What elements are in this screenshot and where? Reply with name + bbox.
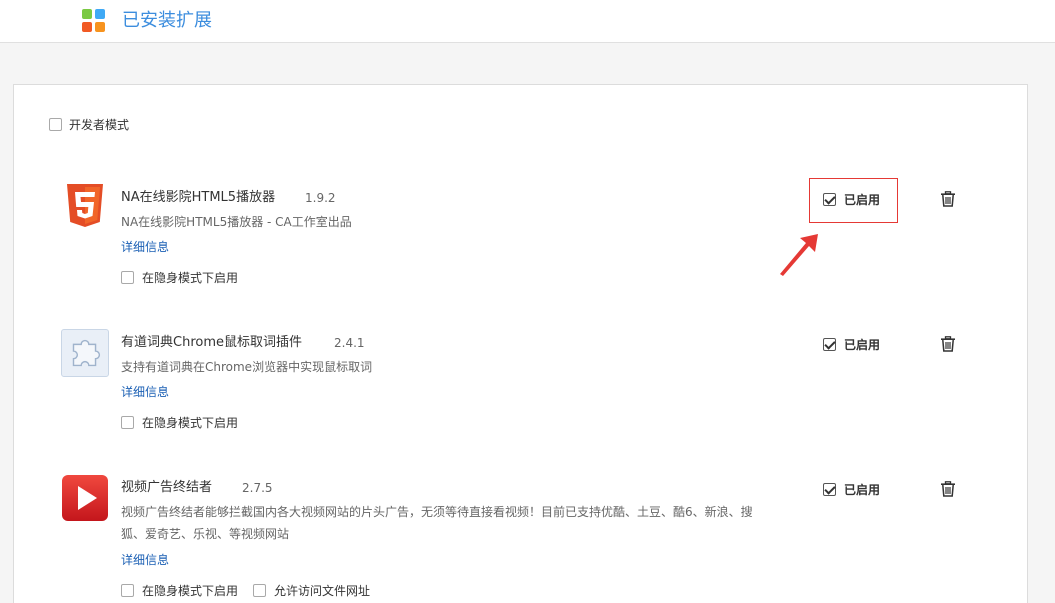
extension-description: 支持有道词典在Chrome浏览器中实现鼠标取词: [121, 360, 373, 374]
extension-description: NA在线影院HTML5播放器 - CA工作室出品: [121, 215, 352, 229]
incognito-label: 在隐身模式下启用: [142, 416, 239, 430]
play-button-icon: [62, 475, 108, 521]
top-bar: 已安装扩展: [0, 0, 1055, 43]
enabled-checkbox[interactable]: [823, 338, 836, 351]
file-access-label: 允许访问文件网址: [274, 584, 371, 598]
extension-name: 视频广告终结者: [121, 480, 213, 495]
incognito-label: 在隐身模式下启用: [142, 584, 239, 598]
extension-name: NA在线影院HTML5播放器: [121, 190, 276, 205]
developer-mode-label: 开发者模式: [69, 118, 130, 132]
trash-icon[interactable]: [940, 191, 956, 207]
page-title: 已安装扩展: [122, 10, 212, 31]
puzzle-piece-icon: [61, 329, 109, 377]
trash-icon[interactable]: [940, 481, 956, 497]
details-link[interactable]: 详细信息: [121, 384, 169, 400]
incognito-checkbox[interactable]: [121, 584, 134, 597]
incognito-label: 在隐身模式下启用: [142, 271, 239, 285]
enabled-checkbox[interactable]: [823, 483, 836, 496]
extension-name: 有道词典Chrome鼠标取词插件: [121, 335, 302, 350]
extension-version: 1.9.2: [305, 191, 336, 205]
trash-icon[interactable]: [940, 336, 956, 352]
annotation-highlight-box: [809, 178, 898, 223]
annotation-arrow-icon: [780, 234, 818, 276]
extension-version: 2.7.5: [242, 481, 273, 495]
file-access-checkbox[interactable]: [253, 584, 266, 597]
extension-description-line-1: 视频广告终结者能够拦截国内各大视频网站的片头广告，无须等待直接看视频！目前已支持…: [121, 505, 753, 519]
extension-version: 2.4.1: [334, 336, 365, 350]
details-link[interactable]: 详细信息: [121, 552, 169, 568]
html5-icon: [67, 184, 103, 227]
details-link[interactable]: 详细信息: [121, 239, 169, 255]
enabled-label: 已启用: [844, 483, 881, 497]
incognito-checkbox[interactable]: [121, 416, 134, 429]
enabled-label: 已启用: [844, 338, 881, 352]
extensions-logo-icon: [82, 9, 106, 33]
developer-mode-checkbox[interactable]: [49, 118, 62, 131]
extension-description-line-2: 狐、爱奇艺、乐视、等视频网站: [121, 527, 290, 541]
incognito-checkbox[interactable]: [121, 271, 134, 284]
